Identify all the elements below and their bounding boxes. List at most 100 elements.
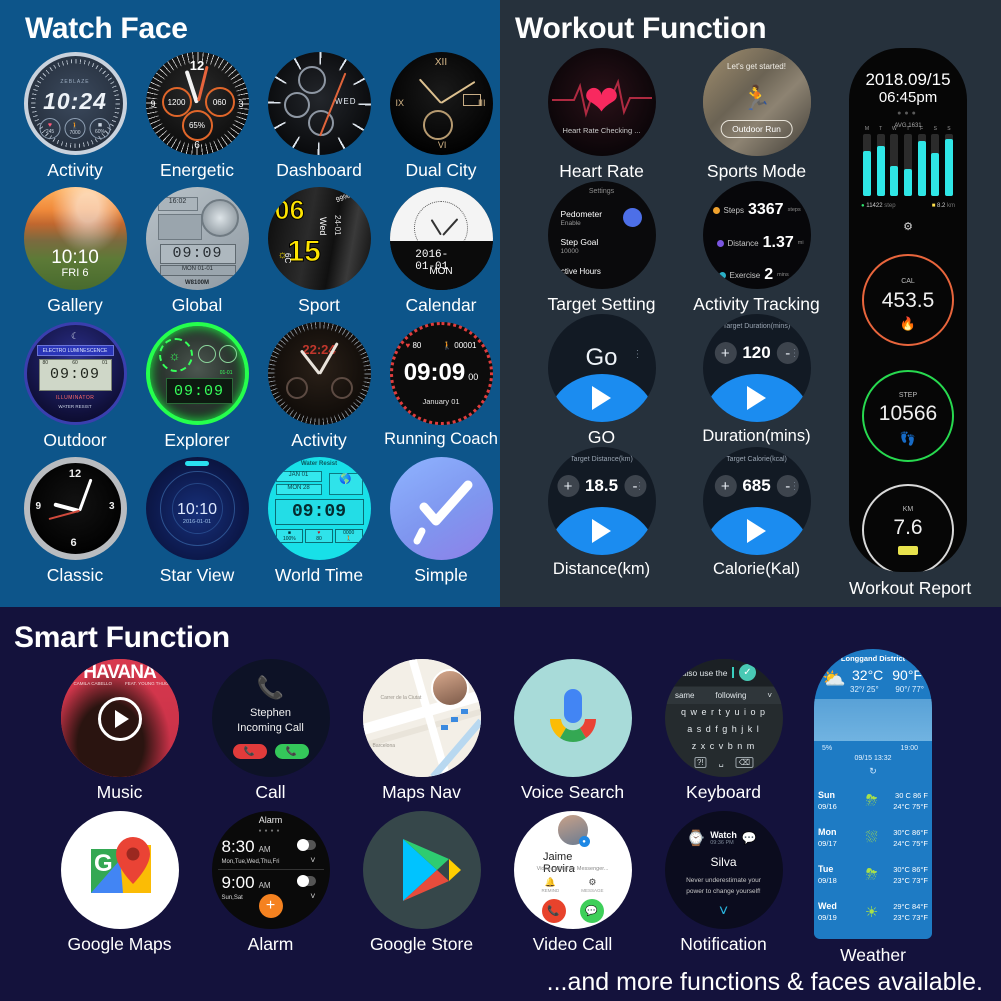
text-field[interactable]: n also use the ✓	[664, 659, 783, 686]
workout-tile[interactable]: Go ⋮ GO	[524, 314, 679, 447]
workout-report-tile[interactable]: 2018.09/15 06:45pm ●●● AVG 1631 MTWTFSS …	[849, 48, 971, 599]
dial-target-setting[interactable]: Settings Pedometer Enable Step Goal 1000…	[547, 181, 656, 289]
key-row-2[interactable]: a s d f g h j k l	[665, 724, 783, 734]
confirm-button[interactable]: ✓	[738, 664, 756, 681]
plus-button[interactable]: +	[556, 475, 579, 497]
play-button[interactable]	[97, 697, 142, 741]
chevron-down-icon[interactable]: ˅	[767, 691, 772, 700]
space-key[interactable]: ␣	[719, 758, 724, 767]
add-alarm-button[interactable]: +	[258, 894, 283, 918]
workout-report-band[interactable]: 2018.09/15 06:45pm ●●● AVG 1631 MTWTFSS …	[849, 48, 967, 572]
watch-face-tile[interactable]: 22:24 Activity	[258, 322, 380, 457]
watch-face-tile[interactable]: 12 6 9 3 Classic	[14, 457, 136, 592]
alarm-2-time[interactable]: 9:00 AM	[222, 873, 271, 893]
workout-tile[interactable]: ❤ Heart Rate Checking ... Heart Rate	[524, 48, 679, 181]
dial-dashboard[interactable]: WED	[267, 52, 371, 155]
dial-global[interactable]: 16:02 09:09 MON 01-01 W8100M	[145, 187, 249, 290]
dial-voice-search[interactable]	[513, 659, 632, 777]
key-row-4[interactable]: ?! ␣ ⌫	[693, 757, 754, 768]
watch-face-tile[interactable]: 2016-01-01 MON Calendar	[380, 187, 502, 322]
dial-notification[interactable]: ⌚ Watch 09:36 PM 💬 Silva Never underesti…	[664, 811, 783, 929]
watch-face-tile[interactable]: XII III VI IX Dual City	[380, 52, 502, 187]
dial-alarm[interactable]: Alarm ●●●● 8:30 AM Mon,Tue,Wed,Thu,Fri ˅…	[211, 811, 330, 929]
workout-tile[interactable]: Let's get started! 🏃 Outdoor Run Sports …	[679, 48, 834, 181]
dial-sport[interactable]: 06 15 Wed 24-01 ☼ 6C 99%	[267, 187, 371, 290]
start-button[interactable]	[702, 374, 811, 422]
accept-call-button[interactable]: 💬	[579, 899, 604, 923]
dial-music[interactable]: HAVANA CAMILA CABELLO FEAT. YOUNG THUG	[60, 659, 179, 777]
dial-activity[interactable]: ZEBLAZE 10:24 ♥ 245 🚶 7000 ■ 60%	[23, 52, 127, 155]
dial-activity-tracking[interactable]: Steps 3367 steps Distance 1.37 mi Exerci…	[702, 181, 811, 289]
dial-classic[interactable]: 12 6 9 3	[23, 457, 127, 560]
alarm-2-toggle[interactable]	[296, 875, 316, 887]
refresh-icon[interactable]: ↻	[869, 766, 877, 777]
watch-face-tile[interactable]: Simple	[380, 457, 502, 592]
alarm-1-toggle[interactable]	[296, 839, 316, 851]
dial-outdoor[interactable]: ☾ ELECTRO LUMINESCENCE 80 60 01 09:09 IL…	[23, 322, 127, 425]
suggestion-1[interactable]: same	[675, 691, 695, 700]
dial-call[interactable]: 📞 Stephen Incoming Call 📞 📞	[211, 659, 330, 777]
remind-action[interactable]: 🔔 REMIND	[541, 877, 559, 893]
message-action[interactable]: ⚙ MESSAGE	[581, 877, 603, 893]
weather-panel[interactable]: Longgand District ⛅ 32°C 90°F 32°/ 25° 9…	[814, 649, 932, 939]
symbols-key[interactable]: ?!	[693, 757, 707, 768]
smart-tile[interactable]: ● Jaime Rovira Video calling on Messenge…	[497, 811, 648, 963]
smart-tile[interactable]: G Google Maps	[44, 811, 195, 963]
watch-face-tile[interactable]: ♥ 80 🚶 00001 09:09 00 January 01 Running…	[380, 322, 502, 457]
smart-tile[interactable]: Alarm ●●●● 8:30 AM Mon,Tue,Wed,Thu,Fri ˅…	[195, 811, 346, 963]
dial-calendar[interactable]: 2016-01-01 MON	[389, 187, 493, 290]
dial-duration[interactable]: Target Duration(mins) + 120 - ⋮	[702, 314, 811, 422]
workout-tile[interactable]: Target Duration(mins) + 120 - ⋮ Duration…	[679, 314, 834, 447]
chevron-down-icon-1[interactable]: ˅	[310, 855, 315, 865]
smart-tile[interactable]: ⌚ Watch 09:36 PM 💬 Silva Never underesti…	[648, 811, 799, 963]
workout-tile[interactable]: Steps 3367 steps Distance 1.37 mi Exerci…	[679, 181, 834, 314]
start-button[interactable]	[547, 507, 656, 555]
dial-simple[interactable]	[389, 457, 493, 560]
watch-face-tile[interactable]: ☾ ELECTRO LUMINESCENCE 80 60 01 09:09 IL…	[14, 322, 136, 457]
key-row-1[interactable]: q w e r t y u i o p	[665, 707, 783, 717]
dial-calorie[interactable]: Target Calorie(kcal) + 685 - ⋮	[702, 447, 811, 555]
dial-sports-mode[interactable]: Let's get started! 🏃 Outdoor Run	[702, 48, 811, 156]
start-button[interactable]	[702, 507, 811, 555]
smart-tile[interactable]: Voice Search	[497, 659, 648, 811]
watch-face-tile[interactable]: WED Dashboard	[258, 52, 380, 187]
watch-face-tile[interactable]: 10:10 2016-01-01 Star View	[136, 457, 258, 592]
decline-call-button[interactable]: 📞	[232, 744, 267, 759]
watch-face-tile[interactable]: 12 6 9 3 1200 060 65% Energetic	[136, 52, 258, 187]
suggestion-bar[interactable]: same following ˅	[664, 687, 783, 704]
smart-tile[interactable]: n also use the ✓ same following ˅ q w e …	[648, 659, 799, 811]
smart-tile[interactable]: Carrer de la Ciutat Barcelona Maps Nav	[346, 659, 497, 811]
start-button[interactable]	[547, 374, 656, 422]
smart-tile[interactable]: Google Store	[346, 811, 497, 963]
watch-face-tile[interactable]: 16:02 09:09 MON 01-01 W8100M Global	[136, 187, 258, 322]
dial-running-coach[interactable]: ♥ 80 🚶 00001 09:09 00 January 01	[389, 322, 493, 425]
toggle-switch[interactable]	[622, 208, 642, 227]
plus-button[interactable]: +	[714, 475, 737, 497]
backspace-key[interactable]: ⌫	[735, 757, 754, 768]
watch-face-tile[interactable]: Water Resist JAN 01 MON 28 🌎 09:09 ■ 100%…	[258, 457, 380, 592]
dial-go[interactable]: Go ⋮	[547, 314, 656, 422]
workout-tile[interactable]: Target Distance(km) + 18.5 - ⋮ Distance(…	[524, 447, 679, 580]
dial-maps-nav[interactable]: Carrer de la Ciutat Barcelona	[362, 659, 481, 777]
dial-world-time[interactable]: Water Resist JAN 01 MON 28 🌎 09:09 ■ 100%…	[267, 457, 371, 560]
gear-icon[interactable]: ⚙	[903, 220, 913, 233]
smart-tile[interactable]: 📞 Stephen Incoming Call 📞 📞 Call	[195, 659, 346, 811]
watch-face-tile[interactable]: ZEBLAZE 10:24 ♥ 245 🚶 7000 ■ 60% Activity	[14, 52, 136, 187]
dial-keyboard[interactable]: n also use the ✓ same following ˅ q w e …	[664, 659, 783, 777]
chevron-down-icon[interactable]: ˅	[719, 903, 728, 921]
dial-activity-2[interactable]: 22:24	[267, 322, 371, 425]
mode-chip[interactable]: Outdoor Run	[720, 120, 793, 138]
workout-tile[interactable]: Target Calorie(kcal) + 685 - ⋮ Calorie(K…	[679, 447, 834, 580]
workout-tile[interactable]: Settings Pedometer Enable Step Goal 1000…	[524, 181, 679, 314]
chevron-down-icon-2[interactable]: ˅	[310, 891, 315, 901]
smart-tile[interactable]: HAVANA CAMILA CABELLO FEAT. YOUNG THUG M…	[44, 659, 195, 811]
accept-call-button[interactable]: 📞	[274, 744, 309, 759]
dial-energetic[interactable]: 12 6 9 3 1200 060 65%	[145, 52, 249, 155]
watch-face-tile[interactable]: 10:10 FRI 6 Gallery	[14, 187, 136, 322]
dial-explorer[interactable]: ☼ 01-01 09:09	[145, 322, 249, 425]
decline-call-button[interactable]: 📞	[541, 899, 566, 923]
dial-dual-city[interactable]: XII III VI IX	[389, 52, 493, 155]
weather-tile[interactable]: Longgand District ⛅ 32°C 90°F 32°/ 25° 9…	[814, 649, 932, 966]
dial-google-store[interactable]	[362, 811, 481, 929]
alarm-1-time[interactable]: 8:30 AM	[222, 837, 271, 857]
